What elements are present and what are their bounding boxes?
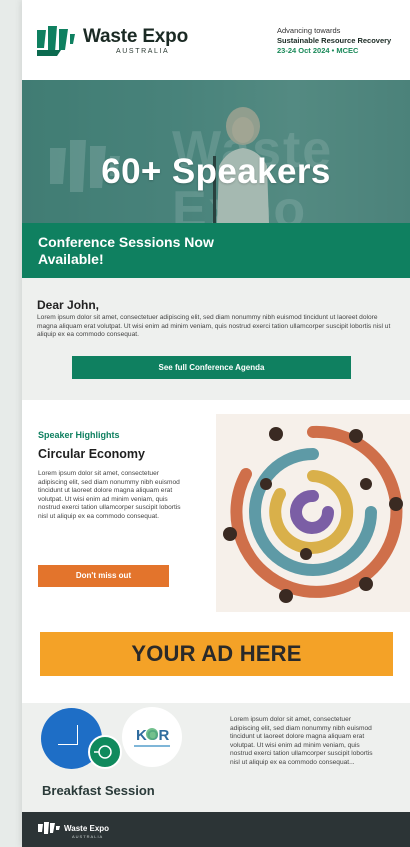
event-tagline: Advancing towards Sustainable Resource R…	[277, 26, 407, 56]
email-header: Waste Expo AUSTRALIA Advancing towards S…	[22, 0, 410, 80]
see-agenda-button[interactable]: See full Conference Agenda	[72, 356, 351, 379]
breakfast-section: KOR Breakfast Session Lorem ipsum dolor …	[22, 703, 410, 812]
speaker-kicker: Speaker Highlights	[38, 430, 120, 440]
kor-logo[interactable]: KOR	[122, 707, 182, 767]
breakfast-green-circle	[88, 735, 122, 769]
logo-subtitle: AUSTRALIA	[116, 48, 170, 55]
waste-expo-logo-icon[interactable]	[37, 26, 75, 56]
ad-banner[interactable]: YOUR AD HERE	[40, 632, 393, 676]
footer-logo-sub: AUSTRALIA	[72, 834, 104, 839]
intro-section: Dear John, Lorem ipsum dolor sit amet, c…	[22, 278, 410, 400]
speaker-highlights-section: Speaker Highlights Circular Economy Lore…	[22, 400, 410, 618]
email-footer: Waste Expo AUSTRALIA	[22, 812, 410, 847]
kor-logo-icon: KOR	[134, 727, 170, 747]
greeting: Dear John,	[37, 298, 100, 312]
sessions-heading: Conference Sessions Now Available!	[38, 234, 214, 267]
hero-title: 60+ Speakers	[101, 152, 331, 191]
email-page: Waste Expo AUSTRALIA Advancing towards S…	[22, 0, 410, 847]
footer-logo-icon[interactable]	[38, 822, 60, 836]
hero-banner[interactable]: Waste Expo 60+ Speakers	[22, 80, 410, 223]
breakfast-corner-mark	[58, 725, 78, 745]
speaker-text: Lorem ipsum dolor sit amet, consectetuer…	[38, 470, 181, 520]
tagline-line1: Advancing towards	[277, 26, 341, 35]
intro-text: Lorem ipsum dolor sit amet, consectetuer…	[37, 314, 391, 339]
footer-logo-text: Waste Expo	[64, 824, 110, 833]
clock-icon	[94, 745, 112, 759]
breakfast-title: Breakfast Session	[42, 783, 155, 798]
tagline-line2: Sustainable Resource Recovery	[277, 36, 392, 45]
speaker-title: Circular Economy	[38, 447, 145, 461]
ad-section: YOUR AD HERE	[22, 618, 410, 703]
dont-miss-out-button[interactable]: Don't miss out	[38, 565, 169, 587]
logo-text: Waste Expo	[83, 26, 188, 47]
breakfast-text: Lorem ipsum dolor sit amet, consectetuer…	[230, 716, 373, 766]
event-date: 23-24 Oct 2024 • MCEC	[277, 46, 359, 55]
sessions-band: Conference Sessions Now Available!	[22, 223, 410, 278]
circular-economy-illustration[interactable]	[216, 414, 410, 612]
